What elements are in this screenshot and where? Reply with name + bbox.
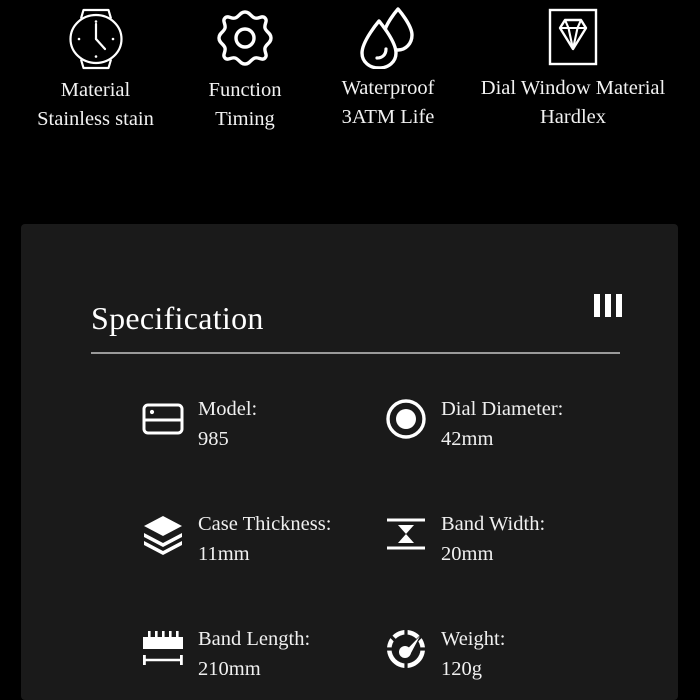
spec-item-case-thickness: Case Thickness: 11mm (21, 507, 331, 622)
spec-text: Model: 985 (198, 392, 257, 454)
spec-label: Model: (198, 398, 258, 420)
spec-row: Model: 985 Dial Diameter: 42mm (21, 392, 678, 507)
feature-label-line2: Timing (215, 108, 275, 130)
spec-item-dial-diameter: Dial Diameter: 42mm (296, 392, 586, 507)
spec-label: Dial Diameter: (441, 398, 564, 420)
feature-function: Function Timing (183, 8, 307, 134)
feature-label: Waterproof 3ATM Life (312, 74, 464, 132)
spec-label: Weight: (441, 628, 506, 650)
feature-waterproof: Waterproof 3ATM Life (312, 6, 464, 132)
feature-label-line2: Hardlex (539, 106, 607, 128)
model-card-icon (140, 392, 186, 444)
spec-value: 120g (441, 658, 482, 680)
spec-item-model: Model: 985 (21, 392, 296, 507)
spec-text: Band Width: 20mm (441, 507, 545, 569)
feature-label-line2: 3ATM Life (341, 106, 435, 128)
page-title: Specification (91, 300, 264, 336)
feature-label-line1: Dial Window Material (480, 77, 666, 99)
spec-text: Dial Diameter: 42mm (441, 392, 563, 454)
spec-value: 20mm (441, 543, 494, 565)
layers-icon (140, 507, 186, 559)
spec-item-weight: Weight: 120g (296, 622, 586, 700)
spec-label: Band Width: (441, 513, 546, 535)
feature-label-line1: Material (60, 79, 131, 101)
spec-label: Band Length: (198, 628, 311, 650)
spec-row: Case Thickness: 11mm Band Width: 20mm (21, 507, 678, 622)
feature-dial-window: Dial Window Material Hardlex (458, 6, 688, 132)
menu-bar-2 (605, 294, 611, 317)
diamond-in-square-icon (458, 6, 688, 68)
product-spec-page: Material Stainless stain Function Timing (0, 0, 700, 700)
feature-label-line2: Stainless stain (37, 108, 154, 130)
gauge-icon (383, 622, 429, 674)
title-divider (91, 352, 620, 354)
spec-item-band-width: Band Width: 20mm (296, 507, 586, 622)
spec-text: Band Length: 210mm (198, 622, 310, 684)
feature-label: Material Stainless stain (8, 76, 183, 134)
width-arrows-icon (383, 507, 429, 559)
spec-row: Band Length: 210mm Weight: 120g (21, 622, 678, 700)
spec-value: 985 (198, 428, 229, 450)
specification-grid: Model: 985 Dial Diameter: 42mm Case Thic… (21, 392, 678, 700)
feature-material: Material Stainless stain (8, 8, 183, 134)
water-drops-icon (312, 6, 464, 69)
feature-label-line1: Waterproof (341, 77, 435, 99)
menu-bars-icon[interactable] (594, 294, 622, 317)
menu-bar-1 (594, 294, 600, 317)
menu-bar-3 (616, 294, 622, 317)
specification-card: Specification Model: 985 Dial Diameter: … (21, 224, 678, 700)
feature-label-line1: Function (208, 79, 282, 101)
dial-circle-icon (383, 392, 429, 444)
watch-icon (8, 8, 183, 70)
spec-text: Weight: 120g (441, 622, 505, 684)
feature-label: Function Timing (183, 76, 307, 134)
spec-value: 210mm (198, 658, 261, 680)
feature-strip: Material Stainless stain Function Timing (0, 0, 700, 200)
spec-value: 42mm (441, 428, 494, 450)
spec-item-band-length: Band Length: 210mm (21, 622, 310, 700)
feature-label: Dial Window Material Hardlex (458, 74, 688, 132)
gear-icon (183, 8, 307, 70)
ruler-icon (140, 622, 186, 674)
